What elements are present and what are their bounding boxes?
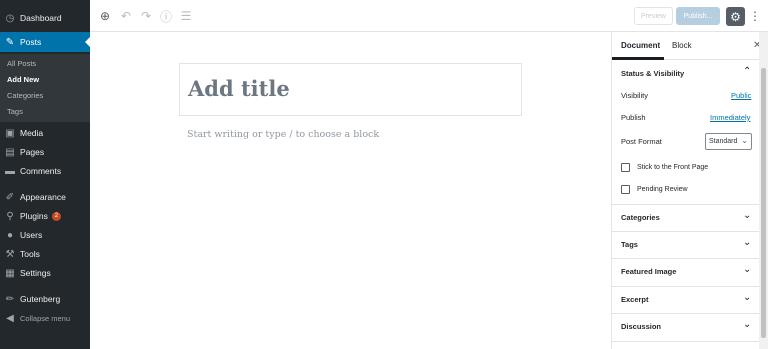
- pages-icon: ▤: [5, 146, 15, 158]
- menu-item-plugins[interactable]: ⚲ Plugins 2: [0, 206, 90, 226]
- menu-item-dashboard[interactable]: ◷ Dashboard: [0, 8, 90, 28]
- divider: [612, 341, 768, 342]
- visibility-label: Visibility: [621, 91, 648, 100]
- sidebar-tabs: Document Block ✕: [612, 32, 768, 60]
- scrollbar-thumb[interactable]: [761, 68, 766, 338]
- chevron-down-icon: ⌄: [743, 319, 752, 330]
- panel-featured-image[interactable]: Featured Image ⌄: [612, 259, 768, 285]
- menu-item-users[interactable]: ● Users: [0, 225, 90, 245]
- menu-item-settings[interactable]: ▦ Settings: [0, 263, 90, 283]
- publish-button[interactable]: Publish...: [676, 7, 720, 25]
- menu-label: Posts: [20, 37, 42, 47]
- collapse-menu-button[interactable]: ◀ Collapse menu: [0, 308, 90, 328]
- info-icon[interactable]: ⓘ: [158, 8, 174, 24]
- preview-button[interactable]: Preview: [634, 7, 673, 25]
- menu-label: Pages: [20, 147, 45, 157]
- publish-label: Publish: [621, 113, 646, 122]
- submenu-categories[interactable]: Categories: [7, 91, 43, 100]
- update-count-badge: 2: [51, 211, 61, 221]
- menu-label: Gutenberg: [20, 294, 61, 304]
- chevron-down-icon: ⌄: [743, 292, 752, 303]
- submenu-tags[interactable]: Tags: [7, 107, 23, 116]
- chevron-down-icon: ⌄: [743, 264, 752, 275]
- submenu-add-new[interactable]: Add New: [7, 75, 39, 84]
- panel-discussion[interactable]: Discussion ⌄: [612, 314, 768, 340]
- post-title-field[interactable]: Add title: [179, 63, 522, 116]
- panel-tags[interactable]: Tags ⌄: [612, 232, 768, 258]
- menu-label: Settings: [20, 268, 51, 278]
- menu-label: Comments: [20, 166, 62, 176]
- tab-document[interactable]: Document: [621, 41, 660, 50]
- post-format-select[interactable]: Standard ⌄: [705, 133, 752, 150]
- editor-toolbar: ⊕ ↶ ↷ ⓘ ☰ Preview Publish... ⚙ ⋮: [90, 0, 768, 32]
- block-appender[interactable]: Start writing or type / to choose a bloc…: [187, 129, 379, 140]
- chevron-down-icon: ⌄: [741, 136, 748, 145]
- redo-icon[interactable]: ↷: [138, 8, 154, 24]
- media-icon: ▣: [5, 127, 15, 139]
- stick-to-front-checkbox[interactable]: [621, 163, 630, 172]
- pending-review-checkbox[interactable]: [621, 185, 630, 194]
- settings-gear-button[interactable]: ⚙: [726, 7, 745, 26]
- editor-canvas: Add title Start writing or type / to cho…: [90, 32, 611, 349]
- tab-block[interactable]: Block: [672, 41, 692, 50]
- panel-excerpt[interactable]: Excerpt ⌄: [612, 287, 768, 313]
- brush-icon: ✐: [5, 191, 15, 203]
- panel-title: Categories: [621, 213, 660, 222]
- panel-status-visibility[interactable]: Status & Visibility ⌃: [612, 61, 768, 87]
- panel-title: Tags: [621, 240, 638, 249]
- menu-item-pages[interactable]: ▤ Pages: [0, 142, 90, 162]
- wrench-icon: ⚒: [5, 248, 15, 260]
- post-format-value: Standard: [709, 138, 738, 145]
- stick-to-front-label: Stick to the Front Page: [637, 164, 709, 171]
- admin-menu: ◷ Dashboard ✎ Posts All Posts Add New Ca…: [0, 0, 90, 349]
- dashboard-icon: ◷: [5, 12, 15, 24]
- menu-label: Media: [20, 128, 44, 138]
- menu-label: Tools: [20, 249, 40, 259]
- visibility-link[interactable]: Public: [731, 91, 751, 100]
- panel-title: Featured Image: [621, 267, 677, 276]
- settings-icon: ▦: [5, 267, 15, 279]
- add-block-icon[interactable]: ⊕: [97, 8, 113, 24]
- submenu-all-posts[interactable]: All Posts: [7, 59, 36, 68]
- menu-item-tools[interactable]: ⚒ Tools: [0, 244, 90, 264]
- gear-icon: ⚙: [730, 9, 741, 24]
- undo-icon[interactable]: ↶: [118, 8, 134, 24]
- editor-app: ◷ Dashboard ✎ Posts All Posts Add New Ca…: [0, 0, 768, 349]
- panel-title: Excerpt: [621, 295, 649, 304]
- title-placeholder: Add title: [188, 76, 290, 101]
- pending-review-label: Pending Review: [637, 186, 688, 193]
- comments-icon: ▬: [5, 165, 15, 177]
- panel-categories[interactable]: Categories ⌄: [612, 205, 768, 231]
- users-icon: ●: [6, 229, 14, 241]
- gutenberg-icon: ✏: [5, 293, 15, 305]
- block-navigation-icon[interactable]: ☰: [178, 8, 194, 24]
- menu-item-gutenberg[interactable]: ✏ Gutenberg: [0, 289, 90, 309]
- menu-item-media[interactable]: ▣ Media: [0, 123, 90, 143]
- chevron-down-icon: ⌄: [743, 237, 752, 248]
- menu-item-appearance[interactable]: ✐ Appearance: [0, 187, 90, 207]
- plugin-icon: ⚲: [6, 210, 14, 222]
- more-options-icon[interactable]: ⋮: [749, 8, 761, 24]
- menu-item-posts[interactable]: ✎ Posts: [0, 32, 90, 52]
- active-tab-indicator: [612, 57, 664, 60]
- chevron-up-icon: ⌃: [743, 66, 752, 77]
- menu-label: Plugins: [20, 211, 48, 221]
- publish-date-link[interactable]: Immediately: [710, 113, 750, 122]
- collapse-icon: ◀: [6, 312, 14, 324]
- posts-submenu: All Posts Add New Categories Tags: [0, 54, 90, 122]
- chevron-down-icon: ⌄: [743, 210, 752, 221]
- settings-sidebar: Document Block ✕ Status & Visibility ⌃ V…: [611, 32, 768, 349]
- menu-item-comments[interactable]: ▬ Comments: [0, 161, 90, 181]
- menu-label: Users: [20, 230, 43, 240]
- panel-title: Status & Visibility: [621, 69, 685, 78]
- menu-label: Dashboard: [20, 13, 62, 23]
- pin-icon: ✎: [5, 36, 15, 48]
- panel-title: Discussion: [621, 322, 662, 331]
- menu-label: Appearance: [20, 192, 66, 202]
- collapse-label: Collapse menu: [20, 313, 71, 323]
- post-format-label: Post Format: [621, 137, 662, 146]
